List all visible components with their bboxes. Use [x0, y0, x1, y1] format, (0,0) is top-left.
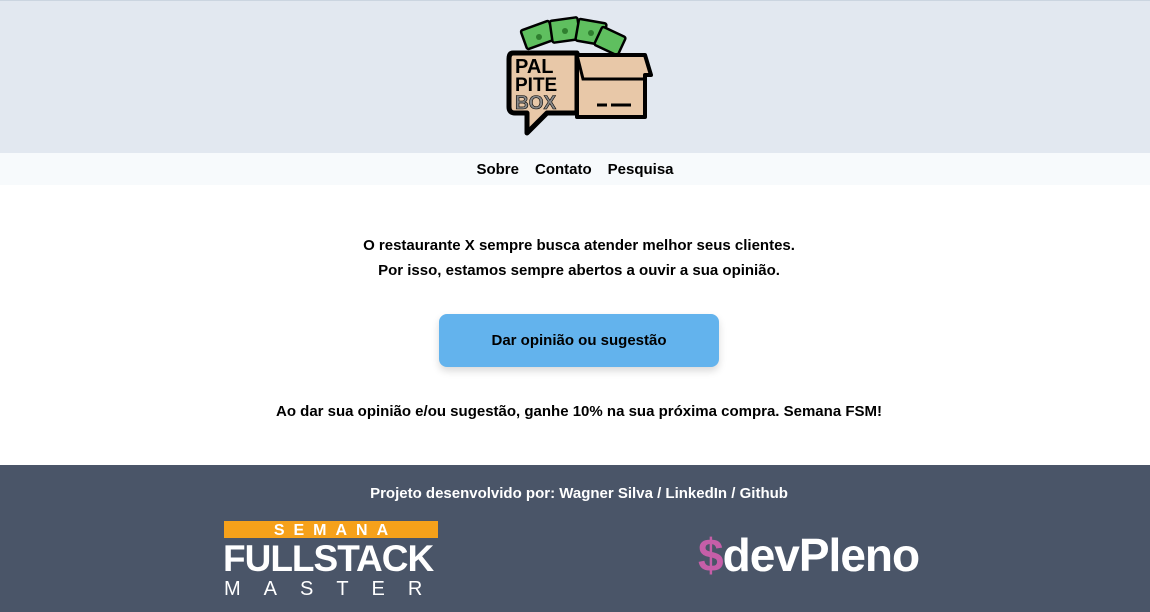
author-link[interactable]: Wagner Silva	[559, 485, 653, 502]
give-feedback-button[interactable]: Dar opinião ou sugestão	[439, 314, 719, 367]
fsm-logo-middle: FULLSTACK	[223, 538, 434, 579]
nav-link-pesquisa[interactable]: Pesquisa	[608, 161, 674, 178]
top-nav: Sobre Contato Pesquisa	[0, 153, 1150, 185]
linkedin-link[interactable]: LinkedIn	[665, 485, 727, 502]
fullstack-master-logo[interactable]: SEMANA FULLSTACK MASTER	[223, 521, 446, 601]
nav-link-sobre[interactable]: Sobre	[476, 161, 519, 178]
credits: Projeto desenvolvido por: Wagner Silva /…	[0, 485, 1150, 502]
dollar-icon: $	[698, 529, 724, 581]
devpleno-logo-text: devPleno	[722, 529, 921, 581]
separator: /	[652, 485, 666, 502]
money-icon	[519, 16, 627, 57]
intro-line-2: Por isso, estamos sempre abertos a ouvir…	[378, 262, 780, 279]
box-icon	[575, 53, 653, 119]
promo-text: Ao dar sua opinião e/ou sugestão, ganhe …	[276, 403, 882, 420]
github-link[interactable]: Github	[740, 485, 788, 502]
separator: /	[727, 485, 740, 502]
main-content: O restaurante X sempre busca atender mel…	[0, 185, 1150, 465]
credits-prefix: Projeto desenvolvido por:	[370, 485, 560, 502]
nav-link-contato[interactable]: Contato	[535, 161, 592, 178]
intro-text: O restaurante X sempre busca atender mel…	[0, 233, 1150, 283]
header: PAL PITE BOX	[0, 0, 1150, 153]
footer: Projeto desenvolvido por: Wagner Silva /…	[0, 465, 1150, 612]
fsm-logo-bottom: MASTER	[224, 578, 446, 600]
logo-line-3: BOX	[515, 93, 557, 114]
devpleno-logo[interactable]: $devPleno	[698, 527, 921, 583]
palpitebox-logo[interactable]: PAL PITE BOX	[505, 15, 655, 141]
intro-line-1: O restaurante X sempre busca atender mel…	[363, 237, 795, 254]
fsm-logo-top: SEMANA	[224, 521, 438, 538]
